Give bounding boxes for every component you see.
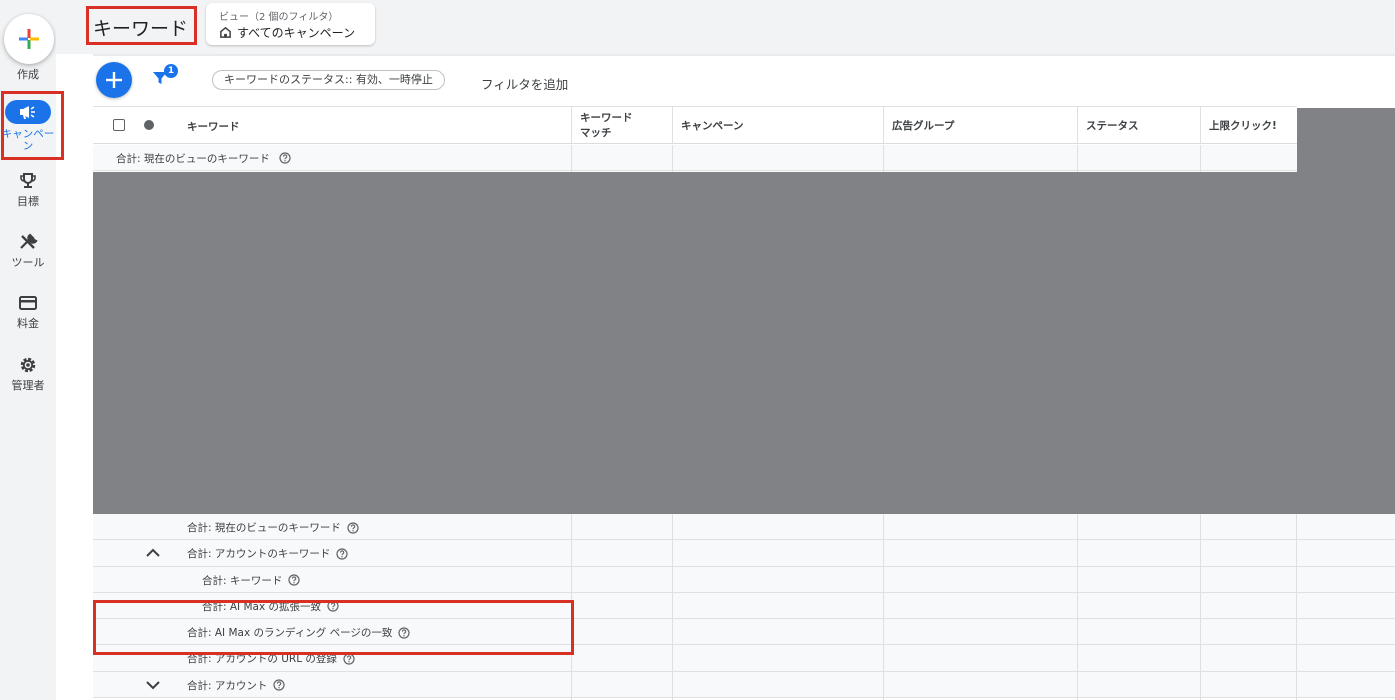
help-icon[interactable]	[273, 679, 285, 691]
help-icon[interactable]	[336, 548, 348, 560]
table-header: キーワード マッチ キャンペーン 広告グループ ステータス 上限クリック!	[93, 106, 1297, 144]
help-icon[interactable]	[288, 574, 300, 586]
column-divider	[571, 145, 572, 172]
tools-icon	[20, 233, 38, 249]
row-label: 合計: アカウントのキーワード	[187, 546, 348, 561]
column-divider	[1200, 514, 1201, 700]
view-main-text: すべてのキャンペーン	[237, 26, 356, 40]
rail-item-label: 料金	[17, 317, 39, 330]
summary-label: 合計: 現在のビューのキーワード	[116, 151, 291, 166]
column-header-campaign[interactable]: キャンペーン	[672, 107, 883, 144]
column-divider	[883, 145, 884, 172]
rail-item-admin[interactable]: 管理者	[0, 355, 56, 393]
add-filter-button[interactable]: フィルタを追加	[481, 74, 568, 93]
rail-item-label: ツール	[11, 256, 45, 269]
view-selector[interactable]: ビュー（2 個のフィルタ） すべてのキャンペーン	[206, 3, 375, 45]
column-divider	[1077, 514, 1078, 700]
filter-chip-keyword-status[interactable]: キーワードのステータス:: 有効、一時停止	[212, 70, 445, 90]
column-header-keyword[interactable]: キーワード	[187, 119, 240, 134]
row-label: 合計: 現在のビューのキーワード	[187, 520, 359, 535]
summary-row-current-view: 合計: 現在のビューのキーワード	[93, 145, 1297, 171]
add-keyword-button[interactable]	[96, 62, 132, 98]
filter-count-badge: 1	[164, 64, 178, 78]
content-divider	[93, 54, 1395, 56]
help-icon[interactable]	[279, 152, 291, 164]
view-main-label: すべてのキャンペーン	[219, 24, 355, 41]
column-header-match-type[interactable]: キーワード マッチ	[571, 107, 672, 144]
rail-item-label: 管理者	[11, 379, 45, 392]
column-header-max-cpc[interactable]: 上限クリック!	[1200, 107, 1297, 144]
highlight-box-title	[86, 6, 197, 45]
chevron-down-icon[interactable]	[145, 678, 161, 692]
row-label: 合計: アカウント	[187, 678, 285, 693]
column-divider	[1296, 514, 1297, 700]
column-header-ad-group[interactable]: 広告グループ	[883, 107, 1077, 144]
help-icon[interactable]	[347, 521, 359, 534]
select-all-checkbox[interactable]	[113, 119, 125, 131]
column-divider	[1077, 145, 1078, 172]
redacted-table-area	[93, 172, 1395, 514]
home-icon	[220, 26, 231, 38]
rail-item-label: 目標	[17, 195, 39, 208]
row-text: 合計: 現在のビューのキーワード	[187, 522, 341, 534]
plus-icon	[106, 72, 122, 88]
trophy-icon	[20, 173, 36, 188]
highlight-box-campaigns	[1, 91, 64, 160]
column-divider	[883, 514, 884, 700]
row-text: 合計: アカウントのキーワード	[187, 548, 331, 561]
view-subtitle: ビュー（2 個のフィルタ）	[219, 12, 339, 23]
credit-card-icon	[19, 296, 37, 310]
column-header-status[interactable]: ステータス	[1077, 107, 1200, 144]
rail-item-billing[interactable]: 料金	[0, 293, 56, 331]
gear-icon	[20, 357, 36, 373]
highlight-box-ai-max-rows	[93, 600, 574, 655]
column-divider	[1200, 145, 1201, 172]
summary-text: 合計: 現在のビューのキーワード	[116, 153, 270, 165]
create-button[interactable]	[4, 14, 54, 64]
create-label: 作成	[17, 68, 39, 81]
column-divider	[672, 145, 673, 172]
column-divider	[672, 514, 673, 700]
rail-item-tools[interactable]: ツール	[0, 232, 56, 270]
plus-icon	[19, 29, 39, 49]
row-text: 合計: アカウント	[187, 679, 268, 692]
chevron-up-icon[interactable]	[145, 546, 161, 560]
row-label: 合計: キーワード	[202, 573, 300, 588]
status-dot-header[interactable]	[144, 120, 154, 130]
rail-item-goals[interactable]: 目標	[0, 171, 56, 209]
row-text: 合計: キーワード	[202, 574, 283, 587]
